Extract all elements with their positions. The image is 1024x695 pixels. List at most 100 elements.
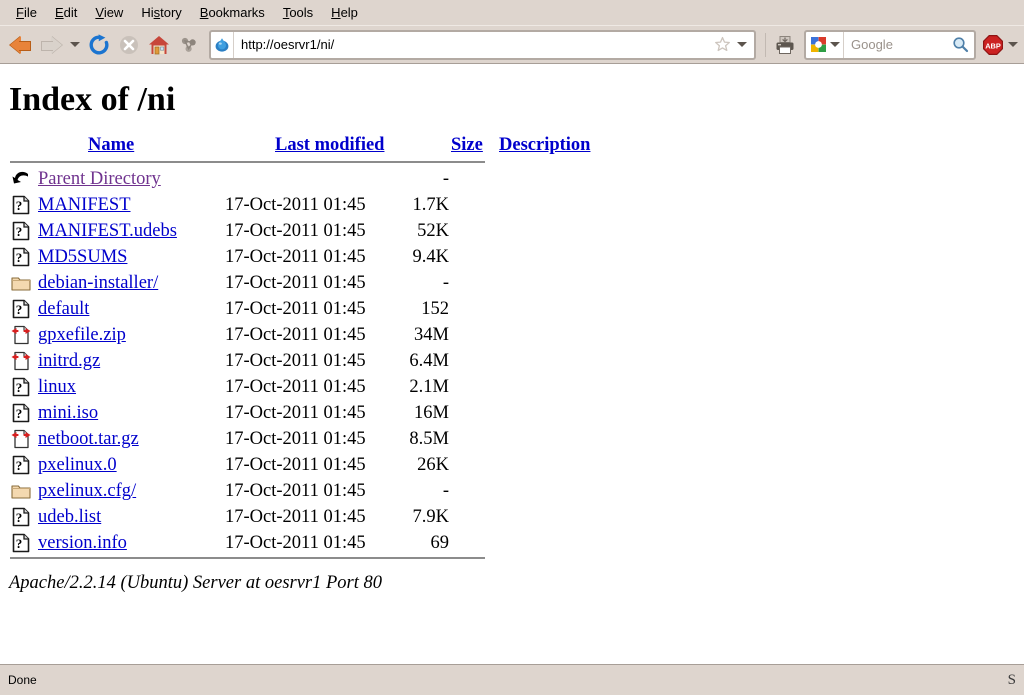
table-row: ? MANIFEST 17-Oct-2011 01:45 1.7K (9, 192, 457, 218)
table-row: initrd.gz 17-Oct-2011 01:45 6.4M (9, 348, 457, 374)
home-button[interactable] (144, 30, 174, 60)
file-link[interactable]: Parent Directory (38, 169, 161, 189)
header-divider (10, 161, 485, 163)
menu-help[interactable]: Help (323, 3, 368, 22)
svg-text:?: ? (16, 510, 23, 525)
address-dropdown-button[interactable] (734, 42, 754, 47)
address-bar[interactable]: http://oesrvr1/ni/ (209, 29, 756, 60)
file-link[interactable]: mini.iso (38, 403, 98, 423)
bookmark-star-button[interactable] (711, 36, 734, 53)
row-size-cell: - (442, 273, 449, 293)
unknown-file-icon: ? (12, 403, 30, 423)
bookmark-star-icon (715, 36, 730, 52)
row-size-cell: - (442, 481, 449, 501)
menu-bar: File Edit View History Bookmarks Tools H… (0, 0, 1024, 25)
sort-by-description-link[interactable]: Description (499, 135, 590, 155)
feed-button[interactable] (174, 30, 204, 60)
table-row: ? MD5SUMS 17-Oct-2011 01:45 9.4K (9, 244, 457, 270)
file-link[interactable]: version.info (38, 533, 127, 553)
row-size-cell: 34M (414, 325, 449, 345)
menu-history[interactable]: History (133, 3, 191, 22)
table-row: ? default 17-Oct-2011 01:45 152 (9, 296, 457, 322)
file-link[interactable]: MANIFEST.udebs (38, 221, 177, 241)
row-name-cell: pxelinux.0 (38, 452, 225, 478)
unknown-file-icon: ? (12, 533, 30, 553)
print-button[interactable] (770, 30, 800, 60)
reload-button[interactable] (84, 30, 114, 60)
row-name-cell: udeb.list (38, 504, 225, 530)
svg-text:?: ? (16, 224, 23, 239)
menu-bookmarks[interactable]: Bookmarks (192, 3, 275, 22)
file-link[interactable]: debian-installer/ (38, 273, 158, 293)
search-box[interactable]: Google (804, 29, 976, 60)
row-icon-cell: ? (9, 504, 38, 530)
table-row: debian-installer/17-Oct-2011 01:45 - (9, 270, 457, 296)
table-row: ? mini.iso 17-Oct-2011 01:45 16M (9, 400, 457, 426)
header-description: Description (499, 135, 590, 160)
page-title: Index of /ni (9, 81, 176, 118)
row-size-cell: 52K (417, 221, 449, 241)
compressed-file-icon (11, 351, 31, 371)
sort-by-date-link[interactable]: Last modified (275, 135, 384, 155)
table-row: ? udeb.list 17-Oct-2011 01:45 7.9K (9, 504, 457, 530)
stop-button (114, 30, 144, 60)
status-right-glyph[interactable]: S (1008, 672, 1016, 689)
row-date-cell: 17-Oct-2011 01:45 (225, 221, 366, 241)
file-link[interactable]: pxelinux.cfg/ (38, 481, 136, 501)
file-link[interactable]: udeb.list (38, 507, 101, 527)
back-arrow-icon (10, 35, 32, 55)
chevron-down-icon (737, 42, 747, 47)
svg-text:?: ? (16, 406, 23, 421)
search-engine-selector[interactable] (806, 31, 844, 58)
status-text: Done (8, 673, 37, 687)
file-link[interactable]: pxelinux.0 (38, 455, 117, 475)
file-link[interactable]: gpxefile.zip (38, 325, 126, 345)
row-size-cell: 9.4K (412, 247, 450, 267)
search-go-button[interactable] (952, 36, 974, 53)
history-dropdown-button[interactable] (66, 30, 84, 60)
table-row: gpxefile.zip 17-Oct-2011 01:45 34M (9, 322, 457, 348)
sort-by-size-link[interactable]: Size (451, 135, 483, 155)
row-size-cell: 16M (414, 403, 449, 423)
menu-view[interactable]: View (87, 3, 133, 22)
search-input[interactable]: Google (844, 37, 952, 52)
menu-tools[interactable]: Tools (275, 3, 323, 22)
row-size-cell: 2.1M (409, 377, 449, 397)
sort-by-name-link[interactable]: Name (88, 135, 134, 155)
forward-arrow-icon (40, 35, 62, 55)
printer-icon (776, 35, 794, 54)
table-row: ? linux 17-Oct-2011 01:45 2.1M (9, 374, 457, 400)
row-size-cell: 69 (430, 533, 450, 553)
row-name-cell: netboot.tar.gz (38, 426, 225, 452)
adblock-plus-button[interactable]: ABP (982, 34, 1018, 56)
row-name-cell: version.info (38, 530, 225, 556)
url-text[interactable]: http://oesrvr1/ni/ (234, 37, 711, 52)
unknown-file-icon: ? (12, 455, 30, 475)
browser-chrome: File Edit View History Bookmarks Tools H… (0, 0, 1024, 64)
file-link[interactable]: MD5SUMS (38, 247, 127, 267)
row-date-cell: 17-Oct-2011 01:45 (225, 481, 366, 501)
row-size-cell: 8.5M (409, 429, 449, 449)
directory-listing-table: Name Last modified Size Description (9, 135, 590, 160)
row-date-cell: 17-Oct-2011 01:45 (225, 247, 366, 267)
row-icon-cell: ? (9, 192, 38, 218)
menu-edit[interactable]: Edit (47, 3, 87, 22)
file-link[interactable]: netboot.tar.gz (38, 429, 139, 449)
row-icon-cell: ? (9, 244, 38, 270)
row-date-cell (225, 166, 401, 192)
back-button[interactable] (6, 30, 36, 60)
menu-file[interactable]: File (8, 3, 47, 22)
row-date-cell: 17-Oct-2011 01:45 (225, 455, 366, 475)
file-link[interactable]: linux (38, 377, 76, 397)
row-date-cell: 17-Oct-2011 01:45 (225, 377, 366, 397)
row-icon-cell (9, 478, 38, 504)
row-icon-cell (9, 426, 38, 452)
header-name: Name (38, 135, 275, 160)
file-link[interactable]: default (38, 299, 89, 319)
row-icon-cell (9, 270, 38, 296)
folder-icon (11, 485, 31, 499)
file-link[interactable]: MANIFEST (38, 195, 131, 215)
row-name-cell: default (38, 296, 225, 322)
row-date-cell: 17-Oct-2011 01:45 (225, 429, 366, 449)
file-link[interactable]: initrd.gz (38, 351, 100, 371)
